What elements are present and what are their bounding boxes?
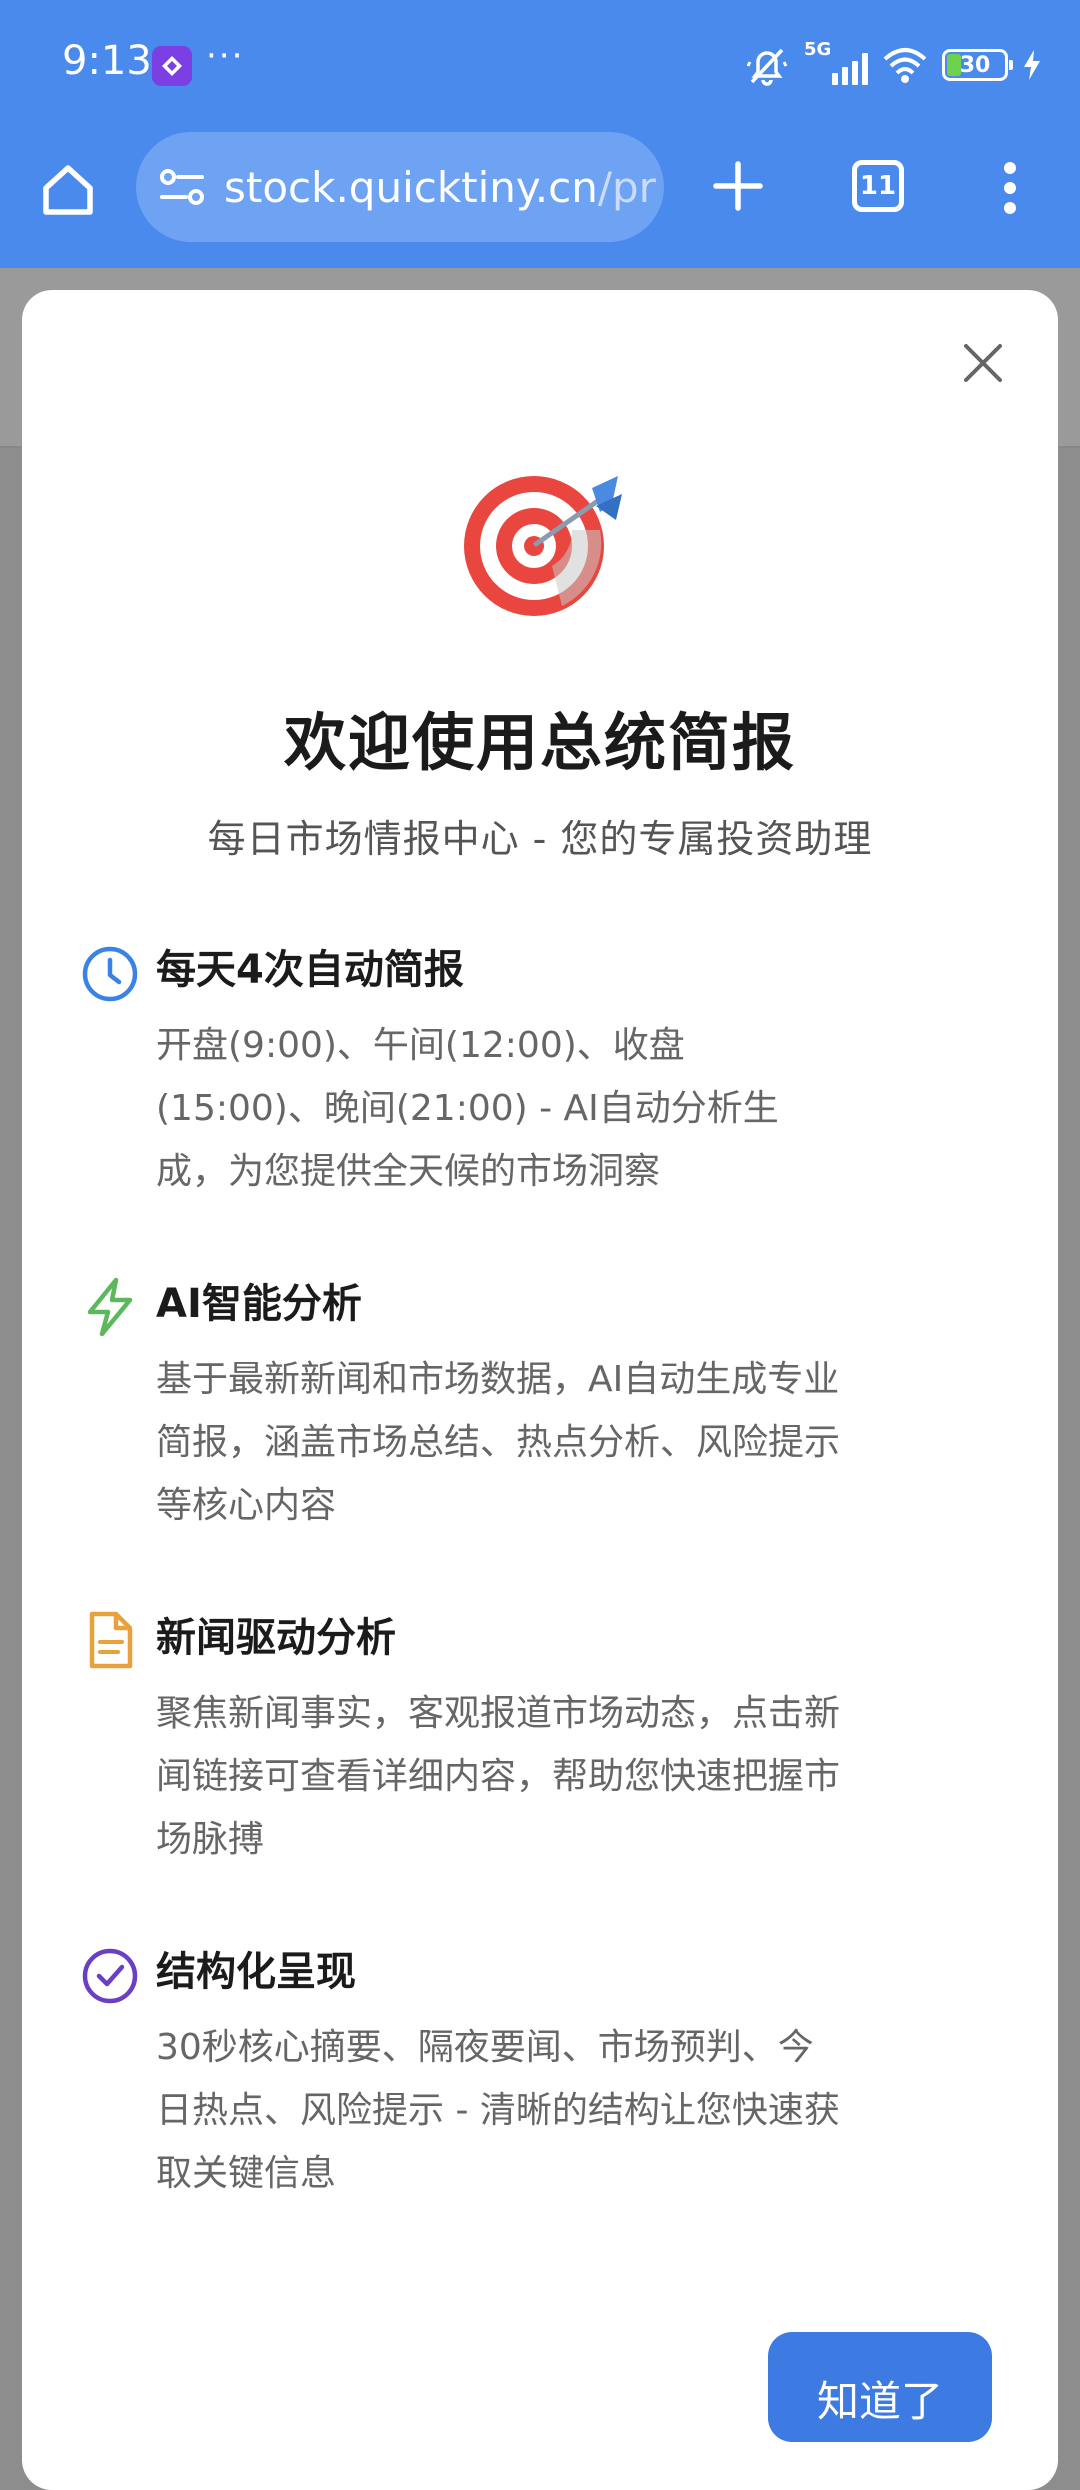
welcome-modal: 欢迎使用总统简报 每日市场情报中心 - 您的专属投资助理 每天4次自动简报 开盘… bbox=[22, 290, 1058, 2490]
status-time: 9:13 bbox=[62, 38, 152, 84]
url-domain: stock.quicktiny.cn bbox=[224, 162, 598, 212]
feature-description: 基于最新新闻和市场数据，AI自动生成专业简报，涵盖市场总结、热点分析、风险提示等… bbox=[156, 1359, 841, 1526]
feature-title: 新闻驱动分析 bbox=[156, 1615, 396, 1661]
home-icon[interactable] bbox=[36, 158, 100, 222]
url-text[interactable]: stock.quicktiny.cn/pr bbox=[224, 163, 656, 212]
feature-item: 结构化呈现 30秒核心摘要、隔夜要闻、市场预判、今日热点、风险提示 - 清晰的结… bbox=[82, 1944, 966, 2205]
feature-item: 每天4次自动简报 开盘(9:00)、午间(12:00)、收盘(15:00)、晚间… bbox=[82, 942, 966, 1203]
feature-item: AI智能分析 基于最新新闻和市场数据，AI自动生成专业简报，涵盖市场总结、热点分… bbox=[87, 1276, 966, 1537]
battery-icon: 30 bbox=[942, 49, 1013, 81]
tab-switcher-button[interactable]: 11 bbox=[852, 160, 904, 212]
feature-description: 开盘(9:00)、午间(12:00)、收盘(15:00)、晚间(21:00) -… bbox=[156, 1025, 779, 1192]
status-bar: 9:13 ··· 5G 30 bbox=[0, 0, 1080, 130]
feature-title: AI智能分析 bbox=[156, 1281, 362, 1327]
feature-item: 新闻驱动分析 聚焦新闻事实，客观报道市场动态，点击新闻链接可查看详细内容，帮助您… bbox=[89, 1610, 966, 1871]
clock-icon bbox=[82, 946, 138, 1002]
feature-title: 结构化呈现 bbox=[156, 1949, 356, 1995]
vibrate-mute-icon bbox=[746, 48, 788, 86]
more-notifications-icon: ··· bbox=[206, 36, 245, 76]
signal-icon: 5G bbox=[804, 39, 868, 85]
battery-level: 30 bbox=[959, 52, 991, 78]
feature-description: 聚焦新闻事实，客观报道市场动态，点击新闻链接可查看详细内容，帮助您快速把握市场脉… bbox=[156, 1693, 841, 1860]
site-settings-icon[interactable] bbox=[158, 165, 206, 209]
new-tab-plus-icon[interactable] bbox=[706, 154, 770, 218]
document-icon bbox=[89, 1611, 133, 1669]
wifi-icon bbox=[883, 48, 927, 83]
network-type-label: 5G bbox=[804, 39, 832, 60]
app-notification-icon bbox=[152, 46, 192, 86]
browser-toolbar: stock.quicktiny.cn/pr 11 bbox=[0, 130, 1080, 268]
tab-count: 11 bbox=[859, 171, 897, 201]
url-path: /pr bbox=[597, 162, 656, 212]
got-it-button[interactable]: 知道了 bbox=[768, 2332, 992, 2442]
modal-title: 欢迎使用总统简报 bbox=[283, 706, 796, 779]
status-indicators: 5G 30 bbox=[744, 39, 1042, 90]
address-bar[interactable]: stock.quicktiny.cn/pr bbox=[136, 132, 664, 242]
more-menu-icon[interactable] bbox=[990, 156, 1030, 220]
modal-subtitle: 每日市场情报中心 - 您的专属投资助理 bbox=[207, 817, 873, 861]
feature-description: 30秒核心摘要、隔夜要闻、市场预判、今日热点、风险提示 - 清晰的结构让您快速获… bbox=[156, 2027, 840, 2194]
close-icon[interactable] bbox=[960, 340, 1006, 386]
feature-title: 每天4次自动简报 bbox=[156, 947, 464, 993]
check-circle-icon bbox=[82, 1948, 138, 2004]
target-dart-icon bbox=[464, 476, 622, 616]
charging-icon bbox=[1024, 50, 1040, 80]
lightning-icon bbox=[87, 1277, 133, 1336]
